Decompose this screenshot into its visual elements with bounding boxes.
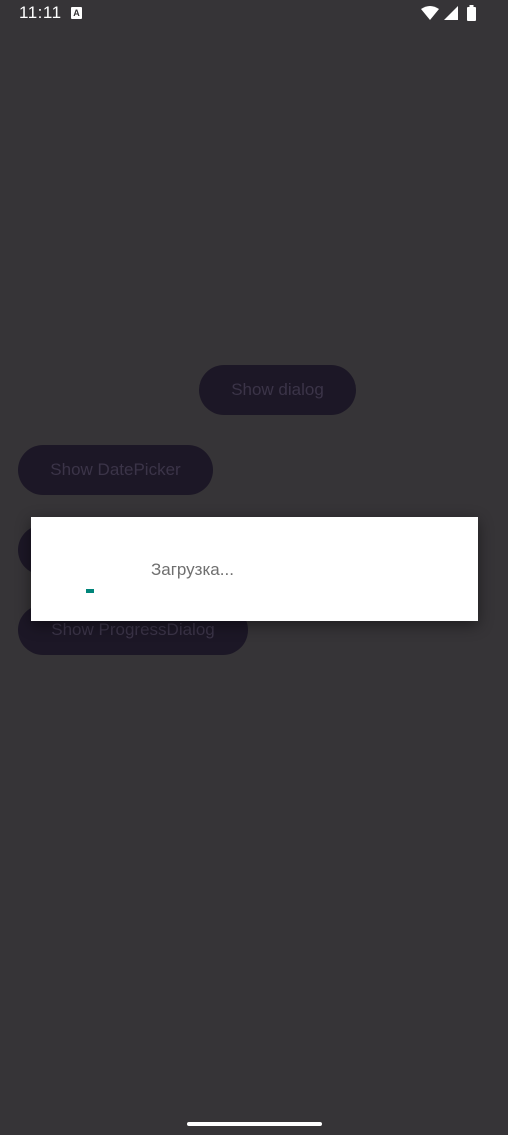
show-datepicker-label: Show DatePicker [50, 460, 181, 479]
show-dialog-label: Show dialog [231, 380, 324, 399]
home-indicator[interactable] [187, 1122, 322, 1126]
dialog-message: Загрузка... [151, 560, 234, 579]
battery-icon [467, 7, 476, 21]
show-dialog-button[interactable]: Show dialog [199, 365, 356, 415]
status-time: 11:11 [19, 3, 62, 22]
status-icons [420, 5, 478, 22]
a-icon: A [71, 7, 82, 19]
show-progress-dialog-label: Show ProgressDialog [51, 620, 215, 639]
status-bar: 11:11 A [0, 0, 508, 26]
progress-dialog: Загрузка... [31, 517, 478, 621]
progress-spinner [86, 589, 94, 593]
cell-signal-icon [444, 6, 458, 20]
wifi-icon [421, 6, 439, 20]
show-datepicker-button[interactable]: Show DatePicker [18, 445, 213, 495]
